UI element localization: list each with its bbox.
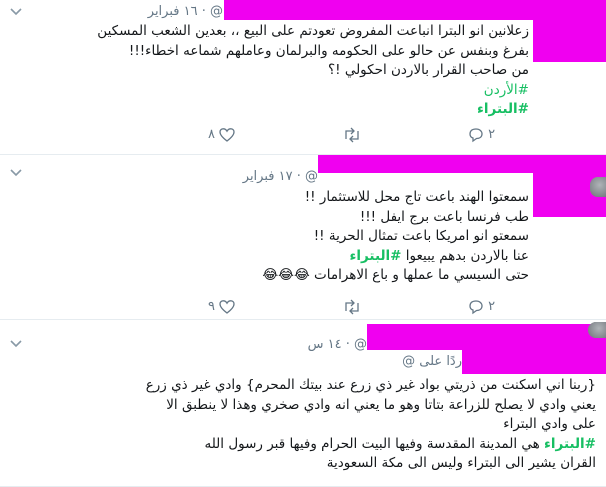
tweet-date[interactable]: @ · ١٦ فبراير (148, 4, 223, 19)
hashtag-link[interactable]: #البتراء (97, 100, 529, 120)
tweet-line: {ربنا اني اسكنت من ذريتي بواد غير ذي زرع… (145, 377, 596, 393)
tweet-text: زعلانين انو البترا انباعت المفروض تعودتم… (97, 22, 529, 120)
reply-count: ٢ (488, 299, 496, 314)
reply-button[interactable]: ٢ (468, 298, 495, 316)
reply-button[interactable]: ٢ (468, 126, 495, 144)
retweet-icon (345, 127, 359, 142)
tweet-line: بفرغ وبنفس عن حالو على الحكومه والبرلمان… (128, 42, 529, 59)
tweet-line: زعلانين انو البترا انباعت المفروض تعودتم… (97, 23, 529, 39)
avatar[interactable] (588, 322, 606, 338)
tweet-card-2[interactable]: @ · ١٧ فبراير سمعتوا الهند باعت تاج محل … (0, 155, 606, 320)
like-button[interactable]: ٩ (208, 298, 235, 316)
retweet-button[interactable] (342, 126, 362, 144)
heart-icon (219, 299, 235, 314)
retweet-button[interactable] (342, 298, 362, 316)
redaction-block (367, 324, 606, 350)
reply-count: ٢ (488, 127, 496, 142)
tweet-line: #البتراء هي المدينة المقدسة وفيها البيت … (146, 435, 596, 455)
retweet-icon (345, 299, 359, 314)
reply-to-label[interactable]: ردًا على @ (402, 354, 462, 369)
tweet-actions: ٢ ٨ (0, 126, 606, 144)
chevron-down-icon[interactable] (10, 340, 24, 350)
like-button[interactable]: ٨ (208, 126, 235, 144)
hashtag-link[interactable]: #الأردن (97, 81, 529, 101)
tweet-actions: ٢ ٩ (0, 298, 606, 316)
tweet-line: حتى السيسي ما عملها و باع الاهرامات 😂😂😂 (262, 267, 529, 283)
heart-icon (219, 127, 235, 142)
reply-icon (469, 127, 483, 142)
tweet-line: عنا بالاردن بدهم يبيعوا #البتراء (262, 247, 530, 267)
tweet-line: سمعتوا الهند باعت تاج محل للاستثمار !! (304, 189, 529, 205)
tweet-line: طب فرنسا باعت برج ايفل !!! (359, 208, 529, 225)
redaction-block (462, 350, 606, 374)
redaction-block (533, 20, 606, 62)
tweet-line: يعني وادي لا يصلح للزراعة بتاتا وهو ما ي… (166, 396, 596, 413)
redaction-block (318, 155, 606, 173)
chevron-down-icon[interactable] (10, 169, 24, 179)
tweet-date[interactable]: @ · ١٧ فبراير (243, 169, 318, 184)
chevron-down-icon[interactable] (10, 8, 24, 18)
tweet-card-3[interactable]: @ · ١٤ س ردًا على @ {ربنا اني اسكنت من ذ… (0, 320, 606, 487)
tweet-line-text: عنا بالاردن بدهم يبيعوا (405, 247, 529, 264)
hashtag-link[interactable]: #البتراء (350, 248, 402, 264)
like-count: ٩ (208, 299, 215, 314)
tweet-text: {ربنا اني اسكنت من ذريتي بواد غير ذي زرع… (146, 376, 596, 474)
tweet-line: من صاحب القرار بالاردن احكولي !؟ (327, 62, 529, 78)
redaction-block (224, 0, 606, 20)
like-count: ٨ (208, 127, 215, 142)
tweet-date[interactable]: @ · ١٤ س (308, 337, 367, 352)
avatar[interactable] (590, 177, 606, 197)
tweet-line-text: هي المدينة المقدسة وفيها البيت الحرام وف… (204, 435, 540, 452)
tweet-card-1[interactable]: @ · ١٦ فبراير زعلانين انو البترا انباعت … (0, 0, 606, 155)
hashtag-link[interactable]: #البتراء (544, 436, 596, 452)
tweet-line: القران يشير الى البتراء وليس الى مكة الس… (326, 455, 596, 471)
tweet-line: سمعتو انو امريكا باعت تمثال الحرية !! (313, 228, 529, 244)
tweet-text: سمعتوا الهند باعت تاج محل للاستثمار !! ط… (262, 188, 529, 286)
reply-icon (469, 299, 483, 314)
tweet-line: على وادي البتراء (503, 416, 596, 432)
